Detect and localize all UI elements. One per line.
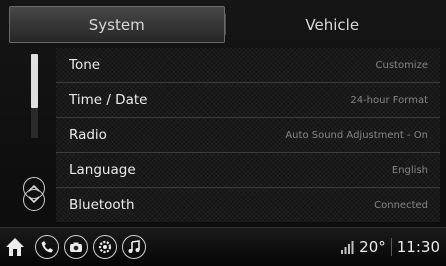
tab-vehicle-label: Vehicle [305, 15, 360, 34]
setting-value: Auto Sound Adjustment - On [285, 129, 428, 141]
signal-icon [341, 240, 354, 254]
temperature: 20° [359, 238, 386, 256]
status-divider [390, 238, 392, 256]
phone-icon [41, 241, 53, 253]
clock: 11:30 [396, 238, 440, 256]
scroll-down-button[interactable] [23, 189, 45, 211]
setting-label: Bluetooth [69, 197, 135, 213]
camera-icon [70, 242, 82, 252]
bottom-bar: 20° 11:30 [0, 227, 446, 266]
tab-system-label: System [88, 15, 145, 34]
setting-value: English [391, 164, 428, 176]
setting-label: Time / Date [69, 92, 148, 108]
setting-value: Connected [374, 199, 428, 211]
phone-button[interactable] [35, 235, 59, 259]
status-area: 20° 11:30 [341, 237, 440, 257]
setting-label: Tone [69, 57, 101, 73]
tab-system[interactable]: System [9, 6, 225, 43]
music-icon [128, 240, 140, 253]
setting-value: Customize [375, 59, 429, 71]
settings-list: Tone Customize Time / Date 24-hour Forma… [56, 48, 440, 222]
scrollbar-thumb[interactable] [31, 54, 38, 108]
home-button[interactable] [4, 236, 26, 258]
settings-row-tone[interactable]: Tone Customize [56, 48, 440, 83]
settings-row-time-date[interactable]: Time / Date 24-hour Format [56, 83, 440, 118]
settings-icon [98, 240, 112, 254]
setting-value: 24-hour Format [350, 94, 428, 106]
settings-row-bluetooth[interactable]: Bluetooth Connected [56, 188, 440, 222]
settings-row-radio[interactable]: Radio Auto Sound Adjustment - On [56, 118, 440, 153]
tab-bar: System Vehicle [9, 6, 439, 43]
scrollbar-track[interactable] [31, 54, 38, 138]
home-icon [6, 238, 24, 256]
setting-label: Language [69, 162, 136, 178]
settings-row-language[interactable]: Language English [56, 153, 440, 188]
tab-vehicle[interactable]: Vehicle [226, 6, 440, 43]
settings-button[interactable] [93, 235, 117, 259]
camera-button[interactable] [64, 235, 88, 259]
chevron-down-icon [28, 196, 40, 204]
music-button[interactable] [122, 235, 146, 259]
settings-screen: System Vehicle Tone Customize Time / Dat… [0, 0, 446, 266]
setting-label: Radio [69, 127, 107, 143]
